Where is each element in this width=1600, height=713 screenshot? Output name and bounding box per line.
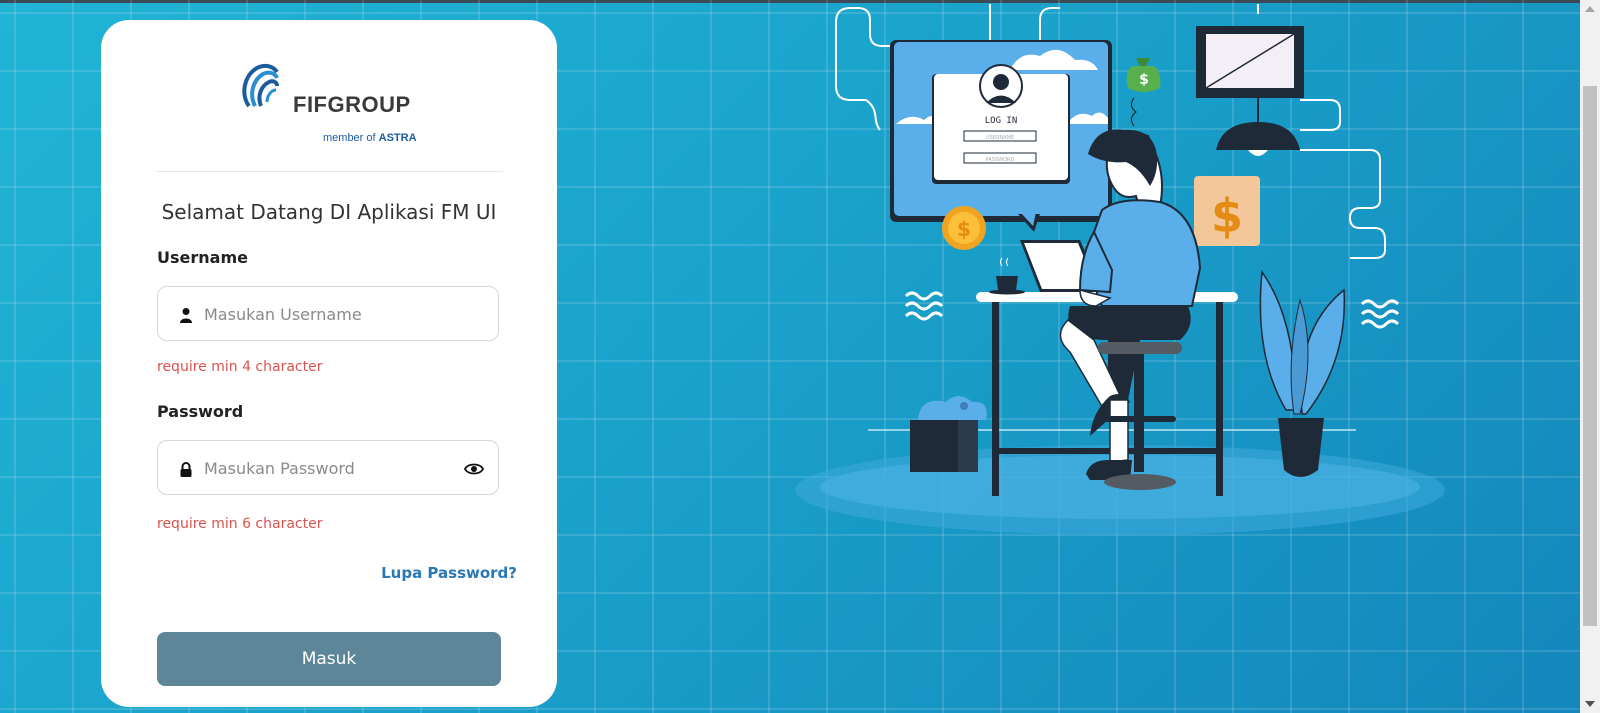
brand-name: FIFGROUP [293,92,411,117]
password-field[interactable] [157,440,499,496]
login-card: FIFGROUP member of ASTRA Selamat Datang … [101,20,557,707]
forgot-password-link[interactable]: Lupa Password? [381,564,517,582]
cable-line [1300,149,1386,259]
divider [157,171,503,172]
username-error: require min 4 character [157,359,323,375]
workspace-illustration: LOG IN USERNAME PASSWORD $ $ $ [795,4,1445,535]
dollar-card-symbol: $ [1211,189,1243,243]
lock-icon [180,462,192,477]
basket-items [918,396,987,420]
username-field[interactable] [157,286,499,342]
password-error: require min 6 character [157,516,323,532]
avatar-head [993,74,1009,90]
cable-line [1039,7,1060,40]
username-label: Username [157,248,248,267]
wave-icon-left [904,291,944,321]
brand-member-name: ASTRA [378,132,417,144]
scroll-up-icon[interactable] [1585,6,1595,12]
scrollbar-thumb[interactable] [1583,86,1597,626]
stool-leg [1134,354,1144,472]
brand-logo: FIFGROUP member of ASTRA [239,62,439,152]
username-input[interactable] [202,287,456,342]
brand-member-prefix: member of [323,132,376,144]
login-button[interactable]: Masuk [157,632,501,686]
scroll-down-icon[interactable] [1585,701,1595,707]
fifgroup-logo-icon [242,63,279,108]
coin-symbol: $ [957,217,971,241]
password-input[interactable] [202,441,456,496]
desk-leg [992,302,999,496]
screen-password-text: PASSWORD [986,157,1015,163]
wave-icon-right [1360,299,1400,329]
password-label: Password [157,402,244,421]
brand-tagline: member of ASTRA [323,132,417,144]
user-icon [180,308,192,323]
plant-leaf [1259,269,1297,411]
page-scrollbar[interactable] [1580,0,1600,713]
desk-leg [1216,302,1223,496]
stool-base [1104,474,1176,490]
money-bag-symbol: $ [1139,72,1149,88]
screen-username-text: USERNAME [986,135,1014,141]
eye-icon[interactable] [464,462,484,476]
lamp-icon [1216,122,1300,150]
plant-pot [1278,418,1324,477]
welcome-title: Selamat Datang DI Aplikasi FM UI [161,200,497,224]
coffee-cup-icon [996,276,1018,290]
screen-title: LOG IN [985,116,1018,126]
stool-seat [1098,342,1182,354]
